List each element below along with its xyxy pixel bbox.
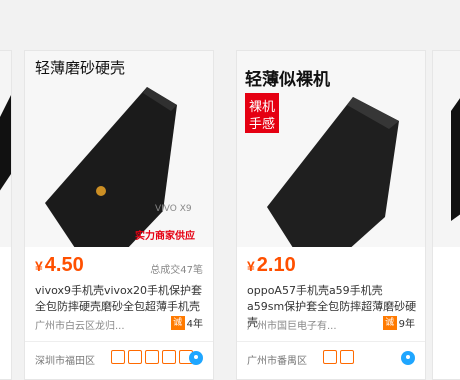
service-badges — [323, 350, 354, 364]
shop-name[interactable]: 广州市白云区龙归... — [35, 317, 125, 332]
product-card[interactable]: 轻薄磨砂硬壳 VIVO X9 实力商家供应 ¥4.50 总成交47笔 vivox… — [24, 50, 214, 380]
chat-icon[interactable] — [401, 351, 415, 365]
shop-badge-icon — [128, 350, 142, 364]
product-banner: 轻薄磨砂硬壳 — [35, 60, 125, 77]
card-footer: 广州市番禺区 — [237, 341, 425, 379]
brand-watermark: VIVO X9 — [155, 204, 192, 214]
location: 深圳市福田区 — [35, 356, 95, 367]
years-badge: 诚 4年 — [170, 315, 203, 330]
card-footer: 深圳市福田区 — [25, 341, 213, 379]
tag-line-2: 手感 — [249, 116, 275, 131]
shield-icon — [145, 350, 159, 364]
product-card-partial-right[interactable] — [432, 50, 460, 380]
shield-icon — [162, 350, 176, 364]
product-image[interactable] — [433, 51, 460, 247]
tm-icon: 诚 — [382, 315, 397, 330]
shield-icon — [323, 350, 337, 364]
product-card-partial-left[interactable] — [0, 50, 12, 380]
product-title[interactable]: vivox9手机壳vivox20手机保护套全包防摔硬壳磨砂全包超薄手机壳 — [35, 283, 207, 315]
product-card[interactable]: 轻薄似裸机 裸机 手感 ¥2.10 oppoA57手机壳a59手机壳a59sm保… — [236, 50, 426, 380]
caption: 实力商家供应 — [135, 229, 195, 242]
product-banner: 轻薄似裸机 — [245, 69, 330, 89]
sold-count: 总成交47笔 — [150, 265, 203, 276]
product-image[interactable] — [0, 51, 11, 247]
tm-icon: 诚 — [170, 315, 185, 330]
service-badges — [111, 350, 193, 364]
price: ¥2.10 — [247, 254, 296, 276]
price: ¥4.50 — [35, 254, 84, 276]
product-image[interactable]: 轻薄磨砂硬壳 VIVO X9 实力商家供应 — [25, 51, 213, 247]
shop-name[interactable]: 广州市国巨电子有... — [247, 317, 337, 332]
tag-line-1: 裸机 — [249, 99, 275, 114]
shield-icon — [340, 350, 354, 364]
chat-icon[interactable] — [189, 351, 203, 365]
shop-badge-icon — [111, 350, 125, 364]
years-badge: 诚 9年 — [382, 315, 415, 330]
product-image[interactable]: 轻薄似裸机 裸机 手感 — [237, 51, 425, 247]
location: 广州市番禺区 — [247, 356, 307, 367]
